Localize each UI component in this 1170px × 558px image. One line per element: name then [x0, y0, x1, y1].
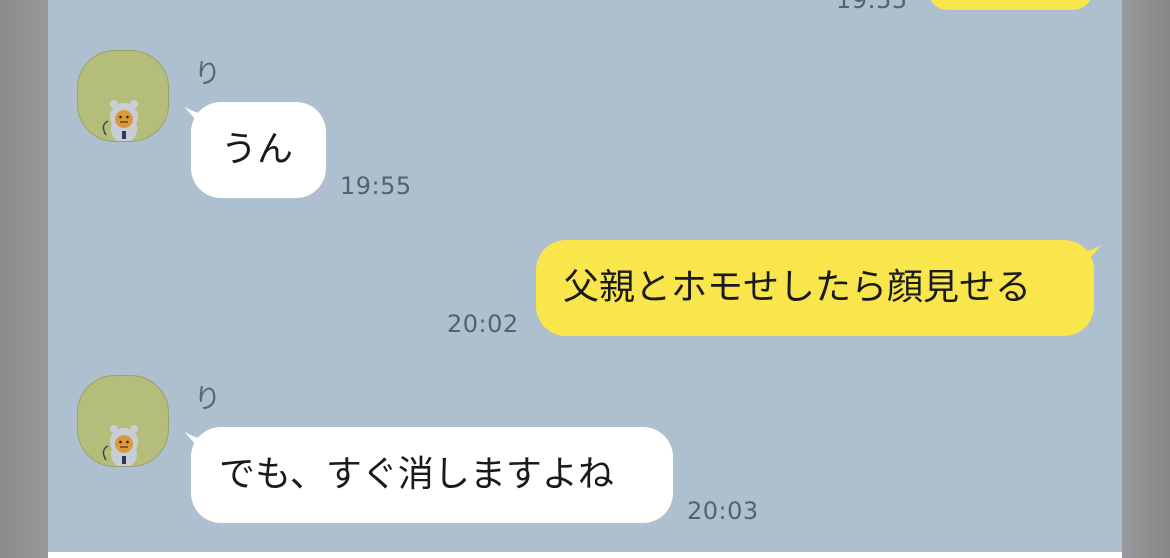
bubble-tail	[1076, 244, 1102, 270]
message-timestamp: 20:02	[447, 310, 519, 338]
input-bar-edge	[48, 552, 1122, 558]
message-text: うん	[221, 129, 294, 170]
chat-area[interactable]: 19:55 り うん 19:55 20:02 父親とホモせしたら顔見せる り で…	[48, 0, 1122, 552]
character-avatar-icon	[102, 425, 138, 466]
avatar[interactable]	[77, 50, 169, 142]
message-timestamp: 20:03	[687, 497, 759, 525]
message-timestamp: 19:55	[340, 172, 412, 200]
outgoing-message-bubble[interactable]	[928, 0, 1093, 10]
window-frame-left	[0, 0, 48, 558]
character-avatar-icon	[102, 100, 138, 141]
sender-name: り	[194, 384, 221, 415]
incoming-message-bubble[interactable]: うん	[191, 102, 326, 198]
avatar[interactable]	[77, 375, 169, 467]
sender-name: り	[194, 59, 221, 90]
message-text: でも、すぐ消しますよね	[219, 454, 614, 495]
message-timestamp: 19:55	[836, 0, 908, 14]
outgoing-message-bubble[interactable]: 父親とホモせしたら顔見せる	[536, 240, 1094, 336]
incoming-message-bubble[interactable]: でも、すぐ消しますよね	[191, 427, 673, 523]
message-text: 父親とホモせしたら顔見せる	[563, 267, 1032, 308]
window-frame-right	[1122, 0, 1170, 558]
